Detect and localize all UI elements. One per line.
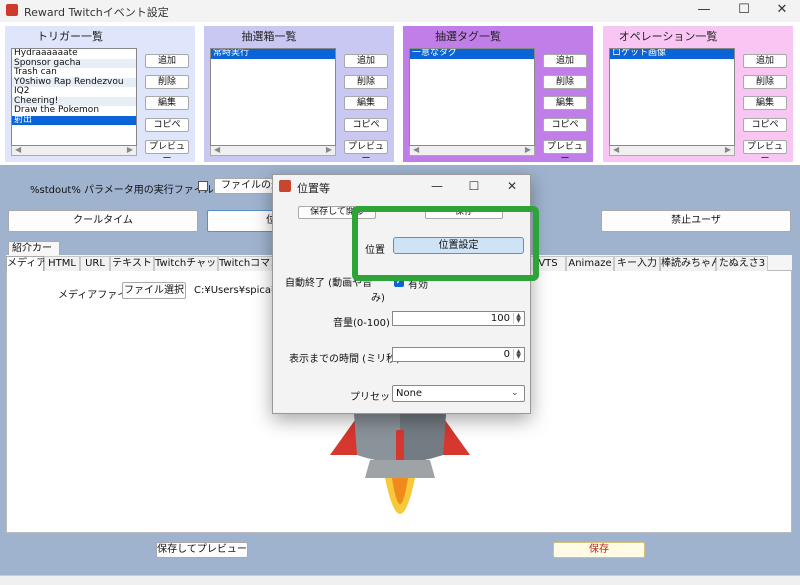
tab-animaze[interactable]: Animaze — [566, 256, 614, 271]
lottery-box-preview-button[interactable]: プレビュー — [344, 140, 388, 164]
trigger-panel: トリガー一覧 Hydraaaaaate Sponsor gacha Trash … — [5, 26, 195, 164]
volume-label: 音量(0-100) — [333, 318, 390, 329]
list-item-selected[interactable]: 一意なタグ — [410, 49, 534, 59]
tab-intro-card[interactable]: 紹介カード — [8, 241, 60, 267]
scroll-right-icon[interactable]: ▶ — [326, 145, 332, 154]
lottery-tag-panel: 抽選タグ一覧 一意なタグ ◀ ▶ 追加 削除 編集 コピペ プレビュー — [403, 26, 593, 164]
lottery-box-panel-title: 抽選箱一覧 — [241, 30, 297, 43]
window-title: Reward Twitchイベント設定 — [24, 6, 169, 19]
scroll-right-icon[interactable]: ▶ — [127, 145, 133, 154]
operation-panel: オペレーション一覧 ロケット画像 ◀ ▶ 追加 削除 編集 コピペ プレビュー — [603, 26, 793, 164]
lottery-tag-preview-button[interactable]: プレビュー — [543, 140, 587, 164]
operation-preview-button[interactable]: プレビュー — [743, 140, 787, 164]
operation-list[interactable]: ロケット画像 — [609, 48, 735, 146]
horizontal-scrollbar[interactable]: ◀ ▶ — [609, 145, 735, 156]
delay-label: 表示までの時間 (ミリ秒) — [289, 354, 400, 365]
trigger-panel-title: トリガー一覧 — [37, 30, 103, 43]
horizontal-scrollbar[interactable]: ◀ ▶ — [11, 145, 137, 156]
trigger-edit-button[interactable]: 編集 — [145, 96, 189, 110]
lottery-box-edit-button[interactable]: 編集 — [344, 96, 388, 110]
cooltime-button[interactable]: クールタイム — [8, 210, 198, 232]
lottery-tag-list[interactable]: 一意なタグ — [409, 48, 535, 146]
rocket-nozzle — [365, 460, 435, 478]
highlight-annotation — [352, 206, 539, 281]
position-tab-button[interactable]: 位 — [207, 210, 277, 232]
operation-delete-button[interactable]: 削除 — [743, 75, 787, 89]
trigger-delete-button[interactable]: 削除 — [145, 75, 189, 89]
tab-bouyomi[interactable]: 棒読みちゃん — [660, 256, 721, 271]
volume-value: 100 — [490, 313, 510, 324]
stdout-file-select-button[interactable]: ファイルの選 — [214, 178, 274, 194]
lottery-box-list[interactable]: 常時実行 — [210, 48, 336, 146]
delay-value: 0 — [503, 349, 510, 360]
app-icon — [6, 4, 18, 16]
lottery-box-delete-button[interactable]: 削除 — [344, 75, 388, 89]
scroll-left-icon[interactable]: ◀ — [15, 145, 21, 154]
save-button[interactable]: 保存 — [553, 542, 645, 558]
delay-stepper[interactable]: 0 ▲ ▼ — [392, 347, 525, 362]
status-bar — [0, 575, 800, 585]
list-item-selected[interactable]: ロケット画像 — [610, 49, 734, 59]
tab-tanuesa3[interactable]: たぬえさ3 — [716, 256, 768, 271]
operation-edit-button[interactable]: 編集 — [743, 96, 787, 110]
banned-users-button[interactable]: 禁止ユーザ — [601, 210, 791, 232]
lottery-tag-delete-button[interactable]: 削除 — [543, 75, 587, 89]
stdout-label: %stdout% パラメータ用の実行ファイルを使う — [30, 185, 244, 196]
dialog-title: 位置等 — [297, 182, 330, 195]
spin-arrows-icon[interactable]: ▲ ▼ — [513, 313, 523, 324]
preset-select[interactable]: None — [392, 385, 525, 402]
lottery-tag-edit-button[interactable]: 編集 — [543, 96, 587, 110]
media-path-field[interactable]: C:¥Users¥spica¥P — [194, 282, 274, 299]
tab-text[interactable]: テキスト — [110, 256, 154, 271]
tab-html[interactable]: HTML — [44, 256, 80, 271]
close-button[interactable]: ✕ — [762, 0, 800, 22]
scroll-right-icon[interactable]: ▶ — [725, 145, 731, 154]
volume-stepper[interactable]: 100 ▲ ▼ — [392, 311, 525, 326]
auto-end-label-suffix: み) — [371, 293, 385, 304]
lottery-tag-copy-button[interactable]: コピペ — [543, 118, 587, 132]
minimize-button[interactable]: — — [684, 0, 724, 22]
lottery-box-add-button[interactable]: 追加 — [344, 54, 388, 68]
tab-media[interactable]: メディア — [6, 256, 46, 271]
operation-panel-title: オペレーション一覧 — [618, 30, 718, 43]
save-and-preview-button[interactable]: 保存してプレビュー — [156, 542, 248, 558]
scroll-left-icon[interactable]: ◀ — [214, 145, 220, 154]
scroll-right-icon[interactable]: ▶ — [525, 145, 531, 154]
dialog-close-button[interactable]: ✕ — [497, 176, 527, 196]
save-open-label: 保存して開 — [310, 207, 355, 217]
lottery-box-panel: 抽選箱一覧 常時実行 ◀ ▶ 追加 削除 編集 コピペ プレビュー — [204, 26, 394, 164]
tab-key-input[interactable]: キー入力 — [614, 256, 660, 271]
scroll-left-icon[interactable]: ◀ — [413, 145, 419, 154]
trigger-copy-button[interactable]: コピペ — [145, 118, 189, 132]
dialog-icon — [279, 180, 291, 192]
list-item[interactable]: Y0shiwo Rap Rendezvou — [12, 77, 136, 87]
chevron-down-icon[interactable]: ⌄ — [511, 388, 519, 398]
lottery-tag-add-button[interactable]: 追加 — [543, 54, 587, 68]
maximize-button[interactable]: ☐ — [724, 0, 764, 22]
operation-add-button[interactable]: 追加 — [743, 54, 787, 68]
spin-arrows-icon[interactable]: ▲ ▼ — [513, 349, 523, 360]
media-file-select-button[interactable]: ファイル選択 — [122, 282, 186, 299]
tab-twitch-command[interactable]: Twitchコマン — [218, 256, 274, 271]
operation-copy-button[interactable]: コピペ — [743, 118, 787, 132]
tab-twitch-chat[interactable]: Twitchチャット — [154, 256, 226, 271]
horizontal-scrollbar[interactable]: ◀ ▶ — [210, 145, 336, 156]
trigger-preview-button[interactable]: プレビュー — [145, 140, 189, 164]
tab-url[interactable]: URL — [80, 256, 110, 271]
dialog-minimize-button[interactable]: — — [422, 176, 452, 196]
horizontal-scrollbar[interactable]: ◀ ▶ — [409, 145, 535, 156]
stdout-checkbox[interactable] — [198, 181, 208, 191]
lottery-tag-panel-title: 抽選タグ一覧 — [435, 30, 501, 43]
trigger-list[interactable]: Hydraaaaaate Sponsor gacha Trash can Y0s… — [11, 48, 137, 146]
dialog-maximize-button[interactable]: ☐ — [459, 176, 489, 196]
trigger-add-button[interactable]: 追加 — [145, 54, 189, 68]
list-item-selected[interactable]: 射出 — [12, 115, 136, 125]
scroll-left-icon[interactable]: ◀ — [613, 145, 619, 154]
lottery-box-copy-button[interactable]: コピペ — [344, 118, 388, 132]
list-item-selected[interactable]: 常時実行 — [211, 49, 335, 59]
